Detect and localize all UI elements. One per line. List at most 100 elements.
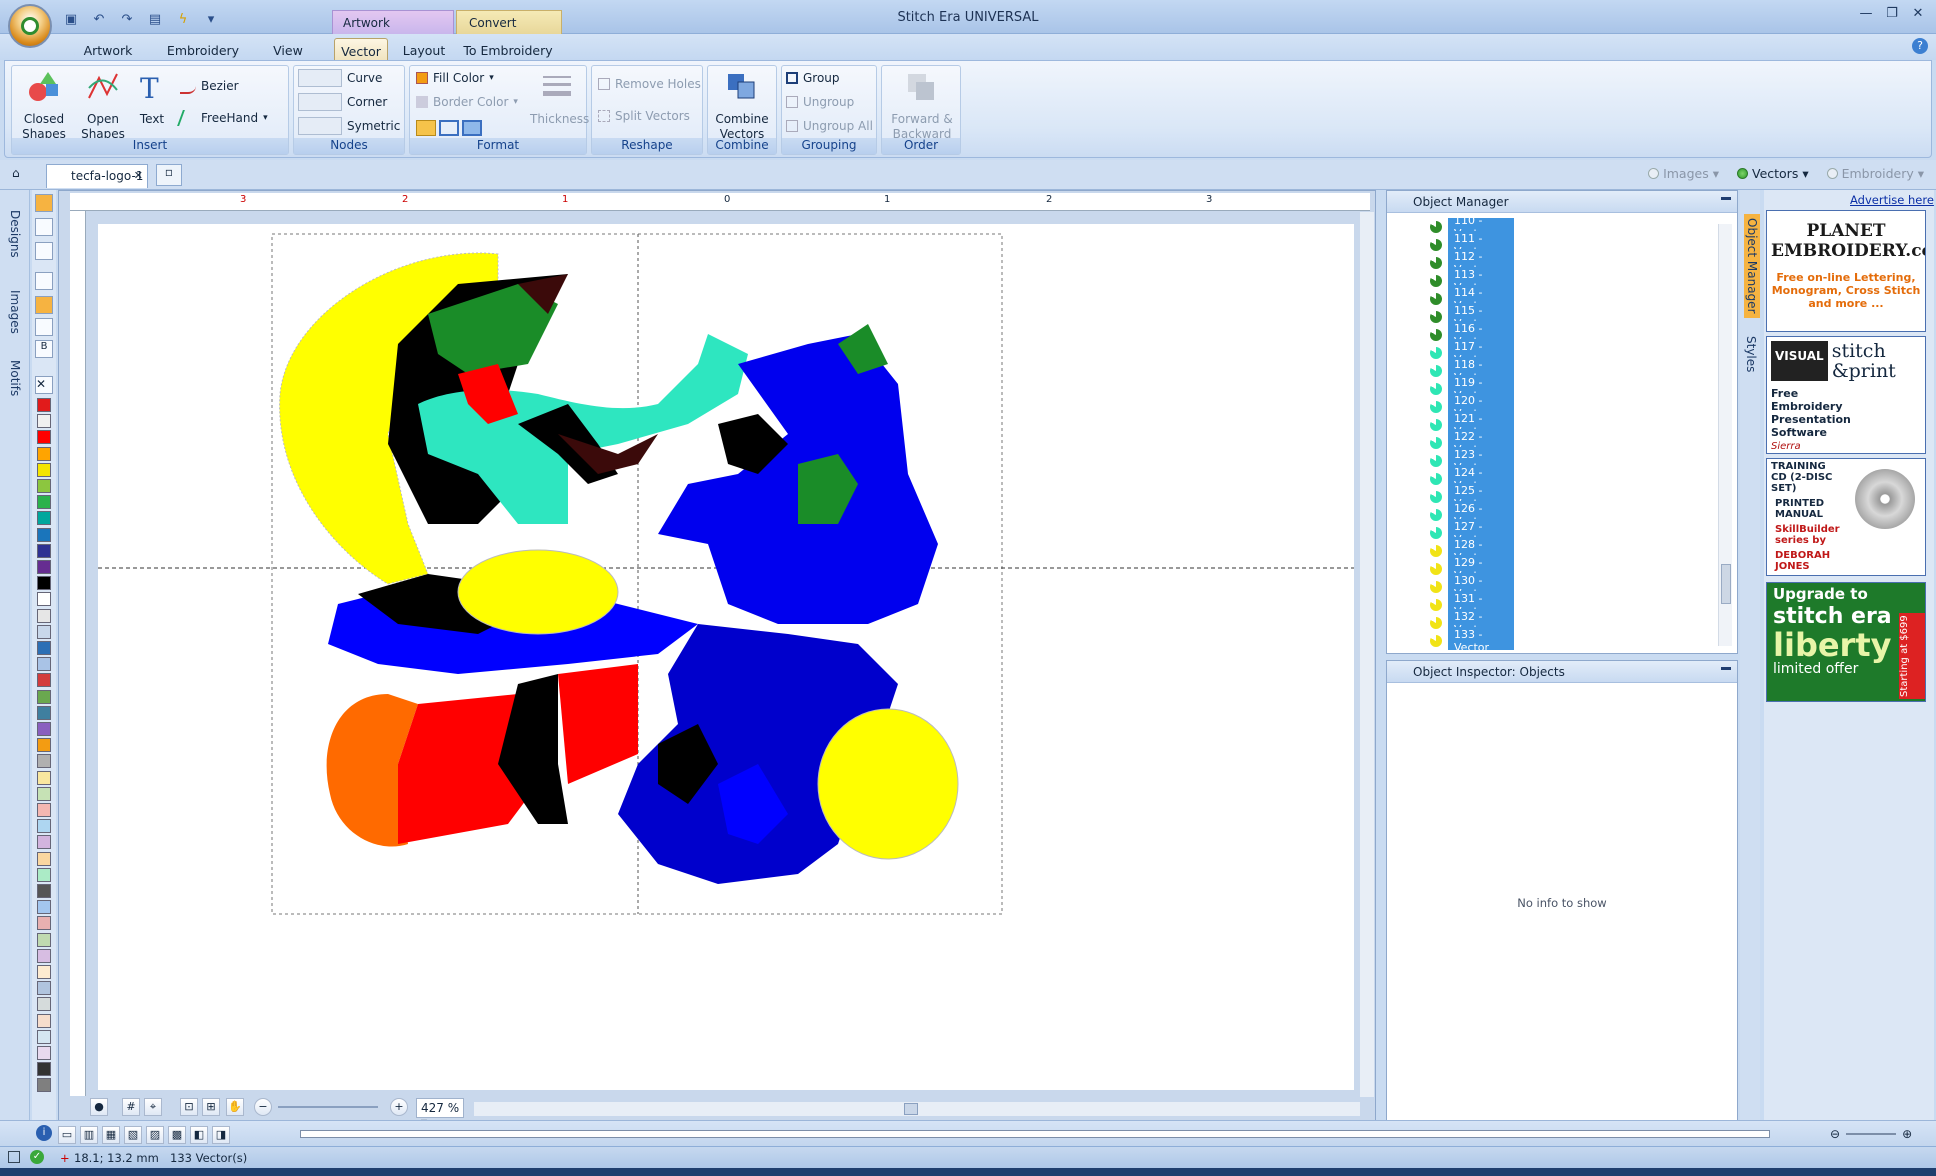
color-swatch[interactable] [37, 430, 51, 445]
zoom-in-icon[interactable]: + [390, 1098, 408, 1116]
shape-yellow-round[interactable] [817, 708, 959, 860]
help-icon[interactable]: ? [1912, 38, 1928, 54]
node-edit-tool-icon[interactable] [35, 218, 53, 236]
color-swatch[interactable] [37, 641, 51, 655]
text-button[interactable]: T Text [134, 70, 170, 127]
split-vectors-button[interactable]: Split Vectors [598, 106, 690, 126]
color-swatch[interactable] [37, 1078, 51, 1093]
shape-yellow-ball[interactable] [457, 549, 619, 635]
combine-vectors-button[interactable]: Combine Vectors [710, 70, 774, 142]
stitch-tool-icon[interactable]: ▧ [124, 1126, 142, 1144]
color-swatch[interactable] [37, 560, 51, 574]
ad-visual-stitch-print[interactable]: VISUAL stitch &print Free Embroidery Pre… [1766, 336, 1926, 454]
color-swatch[interactable] [37, 592, 51, 607]
color-swatch[interactable] [37, 462, 51, 477]
corner-button[interactable]: Corner [298, 92, 387, 112]
fill-border-icon[interactable] [439, 120, 459, 136]
horizontal-scrollbar[interactable] [474, 1102, 1360, 1116]
ad-planet-embroidery[interactable]: PLANET EMBROIDERY.com Free on-line Lette… [1766, 210, 1926, 332]
info-icon[interactable]: i [36, 1125, 52, 1141]
color-swatch[interactable] [37, 770, 51, 785]
stitch-tool-icon[interactable]: ▨ [146, 1126, 164, 1144]
ungroup-button[interactable]: Ungroup [786, 92, 854, 112]
group-button[interactable]: Group [786, 68, 840, 88]
pen-tool-icon[interactable] [35, 242, 53, 260]
stitch-tool-icon[interactable]: ◨ [212, 1126, 230, 1144]
color-swatch[interactable] [37, 997, 51, 1012]
ad-upgrade-liberty[interactable]: Upgrade to stitch era liberty limited of… [1766, 582, 1926, 702]
dock-tab-images[interactable]: Images [8, 290, 22, 334]
color-swatch[interactable] [37, 511, 51, 526]
dock-tab-motifs[interactable]: Motifs [8, 360, 22, 396]
restore-icon[interactable]: ❐ [1880, 4, 1904, 22]
advertise-link[interactable]: Advertise here [1850, 193, 1934, 207]
curve-button[interactable]: Curve [298, 68, 382, 88]
color-swatch[interactable] [37, 965, 51, 979]
border-tool-icon[interactable]: B [35, 340, 53, 358]
mode-embroidery[interactable]: Embroidery ▾ [1826, 166, 1924, 181]
ungroup-all-button[interactable]: Ungroup All [786, 116, 873, 136]
home-icon[interactable]: ⌂ [12, 166, 30, 184]
select-tool-icon[interactable] [35, 194, 53, 212]
color-swatch[interactable] [37, 722, 51, 736]
zoom-window-icon[interactable]: ⊞ [202, 1098, 220, 1116]
color-swatch[interactable] [37, 851, 51, 866]
color-swatch[interactable] [37, 835, 51, 850]
color-swatch[interactable] [37, 446, 51, 461]
minimize-panel-icon[interactable] [1721, 197, 1731, 200]
color-swatch[interactable] [37, 786, 51, 801]
tab-layout[interactable]: Layout [398, 38, 450, 60]
color-swatch[interactable] [37, 414, 51, 429]
speed-slider[interactable] [1846, 1133, 1897, 1135]
new-tab-icon[interactable]: ▫ [156, 164, 182, 186]
object-tree-scrollbar[interactable] [1718, 224, 1732, 646]
closed-shapes-button[interactable]: Closed Shapes [18, 70, 70, 142]
tab-to-embroidery[interactable]: To Embroidery [460, 38, 556, 60]
color-swatch[interactable] [37, 657, 51, 672]
scrollbar-thumb[interactable] [904, 1103, 918, 1115]
color-swatch[interactable] [37, 398, 51, 412]
color-swatch[interactable] [37, 479, 51, 493]
dock-tab-object-manager[interactable]: Object Manager [1744, 214, 1760, 318]
tab-vector[interactable]: Vector [334, 38, 388, 60]
stitch-tool-icon[interactable]: ▥ [80, 1126, 98, 1144]
object-tree-item[interactable]: 133 - Vector [1430, 627, 1514, 650]
stitch-tool-icon[interactable]: ◧ [190, 1126, 208, 1144]
zoom-out-icon[interactable]: ⊖ [1830, 1127, 1840, 1141]
design-canvas[interactable] [98, 224, 1354, 1090]
color-swatch[interactable] [37, 1062, 51, 1077]
pencil-tool-icon[interactable] [35, 318, 53, 336]
color-swatch[interactable] [37, 576, 51, 591]
stitch-tool-icon[interactable]: ▩ [168, 1126, 186, 1144]
thickness-button[interactable]: Thickness [530, 70, 589, 127]
pan-hand-icon[interactable]: ✋ [226, 1098, 244, 1116]
color-swatch[interactable] [37, 527, 51, 542]
color-swatch[interactable] [37, 1046, 51, 1060]
freehand-button[interactable]: FreeHand ▾ [177, 108, 268, 128]
forward-backward-button[interactable]: Forward & Backward [886, 70, 958, 142]
tab-artwork[interactable]: Artwork [76, 38, 140, 60]
close-icon[interactable]: ✕ [1906, 4, 1930, 22]
fill-color-button[interactable]: Fill Color ▾ [416, 68, 494, 88]
fill-solid-icon[interactable] [416, 120, 436, 136]
zoom-slider[interactable] [278, 1106, 378, 1108]
eyedropper-tool-icon[interactable] [35, 296, 53, 314]
color-swatch[interactable] [37, 803, 51, 817]
color-swatch[interactable] [37, 819, 51, 834]
color-swatch[interactable] [37, 948, 51, 963]
symetric-button[interactable]: Symetric [298, 116, 400, 136]
color-swatch[interactable] [37, 608, 51, 623]
dock-tab-styles[interactable]: Styles [1744, 336, 1758, 372]
palette-tool-icon[interactable] [35, 272, 53, 290]
stitch-tool-icon[interactable]: ▭ [58, 1126, 76, 1144]
snap-icon[interactable]: ⌖ [144, 1098, 162, 1116]
color-swatch[interactable] [37, 705, 51, 720]
zoom-in-icon[interactable]: ⊕ [1902, 1127, 1912, 1141]
document-tab[interactable]: tecfa-logo-1 ✕ [46, 164, 148, 188]
minimize-panel-icon[interactable] [1721, 667, 1731, 670]
application-menu-button[interactable] [8, 4, 52, 48]
shape-red-leg[interactable] [558, 664, 638, 784]
color-swatch[interactable] [37, 1013, 51, 1028]
zoom-out-icon[interactable]: − [254, 1098, 272, 1116]
bezier-button[interactable]: Bezier [180, 76, 239, 96]
